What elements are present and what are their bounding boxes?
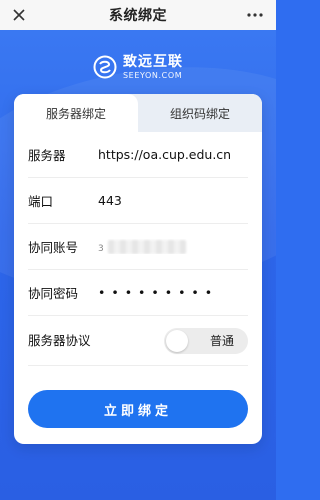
- close-icon[interactable]: [8, 4, 30, 26]
- bind-now-button[interactable]: 立即绑定: [28, 390, 248, 428]
- account-input[interactable]: 3: [98, 239, 248, 255]
- protocol-value: 普通: [209, 334, 234, 348]
- logo-cn-text: 致远互联: [123, 53, 183, 70]
- server-label: 服务器: [28, 148, 66, 163]
- account-label: 协同账号: [28, 240, 79, 255]
- more-icon[interactable]: [244, 4, 266, 26]
- server-input[interactable]: https://oa.cup.edu.cn: [98, 147, 248, 162]
- password-input[interactable]: • • • • • • • • •: [98, 285, 248, 300]
- tab-server-binding[interactable]: 服务器绑定: [14, 94, 138, 132]
- protocol-label: 服务器协议: [28, 332, 91, 348]
- binding-card: 服务器绑定 组织码绑定 服务器 https://oa.cup.edu.cn 端口…: [14, 94, 262, 444]
- tab-org-code-binding[interactable]: 组织码绑定: [138, 94, 262, 132]
- protocol-toggle[interactable]: 普通: [164, 327, 248, 354]
- binding-tabs: 服务器绑定 组织码绑定: [14, 94, 262, 132]
- account-blurred-value: [107, 240, 186, 255]
- port-input[interactable]: 443: [98, 193, 248, 208]
- port-row: 端口 443: [28, 178, 248, 224]
- title-bar: 系统绑定: [0, 0, 276, 30]
- brand-logo: 致远互联 SEEYON.COM: [0, 48, 276, 86]
- password-label: 协同密码: [28, 286, 79, 301]
- form-rows: 服务器 https://oa.cup.edu.cn 端口 443 协同账号 3 …: [28, 132, 248, 366]
- toggle-knob[interactable]: [166, 329, 188, 352]
- seeyon-logo-icon: [93, 55, 117, 79]
- logo-en-text: SEEYON.COM: [123, 70, 183, 80]
- port-label: 端口: [28, 194, 54, 209]
- page-title: 系统绑定: [109, 8, 167, 24]
- password-row: 协同密码 • • • • • • • • •: [28, 270, 248, 316]
- account-value: 3: [98, 243, 104, 254]
- server-row: 服务器 https://oa.cup.edu.cn: [28, 132, 248, 178]
- account-row: 协同账号 3: [28, 224, 248, 270]
- protocol-row: 服务器协议 普通: [28, 316, 248, 366]
